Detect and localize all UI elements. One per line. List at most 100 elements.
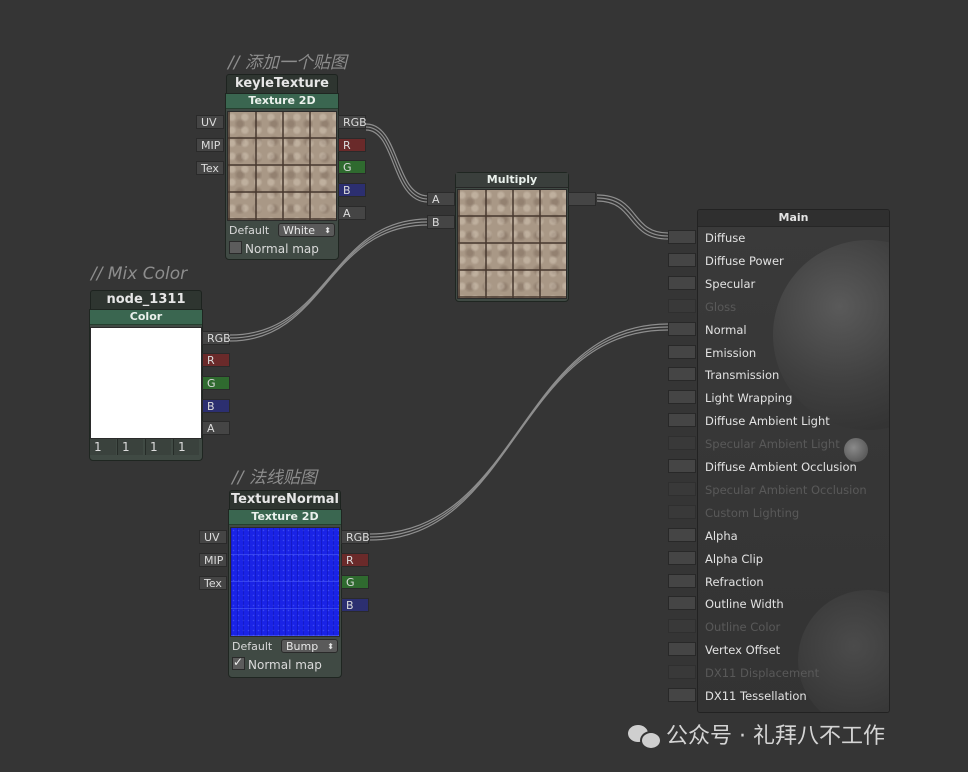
- normal-output-rgb[interactable]: RGB: [341, 530, 370, 544]
- color-value-a[interactable]: 1: [173, 439, 199, 455]
- main-input-label: Emission: [705, 346, 757, 360]
- main-input-label: DX11 Tessellation: [705, 689, 807, 703]
- main-input-socket[interactable]: [668, 345, 696, 359]
- texture-output-a[interactable]: A: [338, 206, 366, 220]
- main-input-label: Normal: [705, 323, 747, 337]
- main-input-socket[interactable]: [668, 390, 696, 404]
- default-label: Default: [229, 224, 270, 237]
- main-input-socket[interactable]: [668, 574, 696, 588]
- normal-node-body[interactable]: Texture 2D Default Bump ⬍ ✓ Normal map: [228, 509, 342, 678]
- main-input-label: Custom Lighting: [705, 506, 800, 520]
- main-input-socket[interactable]: [668, 367, 696, 381]
- normal-input-uv[interactable]: UV: [199, 530, 227, 544]
- node-editor-canvas[interactable]: // 添加一个贴图 // Mix Color // 法线贴图 keyleText…: [0, 0, 968, 772]
- multiply-input-b[interactable]: B: [427, 215, 455, 229]
- normal-input-mip[interactable]: MIP: [199, 553, 227, 567]
- color-output-a[interactable]: A: [202, 421, 230, 435]
- color-node-body[interactable]: Color 1 1 1 1: [89, 309, 203, 461]
- color-swatch[interactable]: [90, 327, 202, 439]
- main-input-socket: [668, 482, 696, 496]
- main-input-socket[interactable]: [668, 551, 696, 565]
- main-input-socket[interactable]: [668, 253, 696, 267]
- normal-map-toggle-checked[interactable]: ✓ Normal map: [232, 655, 322, 672]
- main-input-socket[interactable]: [668, 459, 696, 473]
- normal-map-label: Normal map: [245, 242, 319, 256]
- main-input-socket: [668, 665, 696, 679]
- main-input-label: Gloss: [705, 300, 737, 314]
- texture-input-mip[interactable]: MIP: [196, 138, 224, 152]
- normal-output-g[interactable]: G: [341, 575, 369, 589]
- normal-default-select[interactable]: Bump ⬍: [281, 639, 338, 653]
- texture-output-g[interactable]: G: [338, 160, 366, 174]
- main-input-label: Alpha: [705, 529, 738, 543]
- normal-output-r[interactable]: R: [341, 553, 369, 567]
- main-input-socket: [668, 619, 696, 633]
- main-input-socket: [668, 299, 696, 313]
- main-input-label: Transmission: [705, 368, 780, 382]
- normal-default-label: Default: [232, 640, 273, 653]
- multiply-input-a[interactable]: A: [427, 192, 455, 206]
- normal-input-tex[interactable]: Tex: [199, 576, 227, 590]
- main-input-socket: [668, 505, 696, 519]
- main-node-title: Main: [698, 210, 889, 227]
- normal-map-label: Normal map: [248, 658, 322, 672]
- normal-node-title[interactable]: TextureNormal: [229, 490, 341, 510]
- texture-output-rgb[interactable]: RGB: [338, 115, 367, 129]
- color-output-b[interactable]: B: [202, 399, 230, 413]
- multiply-preview: [457, 189, 567, 299]
- wechat-icon: [628, 723, 662, 750]
- texture-node-body[interactable]: Texture 2D Default White ⬍ Normal map: [225, 93, 339, 260]
- main-input-label: Outline Width: [705, 597, 784, 611]
- texture-input-uv[interactable]: UV: [196, 115, 224, 129]
- default-select[interactable]: White ⬍: [278, 223, 335, 237]
- main-input-socket[interactable]: [668, 528, 696, 542]
- main-input-label: Diffuse Ambient Light: [705, 414, 830, 428]
- decorative-sphere: [798, 590, 889, 712]
- comment-add-texture: // 添加一个贴图: [228, 53, 347, 73]
- texture-node-header: Texture 2D: [226, 94, 338, 109]
- main-input-socket[interactable]: [668, 276, 696, 290]
- texture-input-tex[interactable]: Tex: [196, 161, 224, 175]
- updown-arrow-icon: ⬍: [327, 642, 334, 651]
- texture-output-r[interactable]: R: [338, 138, 366, 152]
- main-input-socket[interactable]: [668, 413, 696, 427]
- main-input-label: Specular: [705, 277, 756, 291]
- normal-map-toggle[interactable]: Normal map: [229, 241, 319, 256]
- main-input-socket[interactable]: [668, 322, 696, 336]
- normal-node-header: Texture 2D: [229, 510, 341, 525]
- checkbox-checked-icon[interactable]: ✓: [232, 655, 245, 670]
- normal-preview: [230, 527, 340, 637]
- main-input-socket[interactable]: [668, 596, 696, 610]
- color-value-g[interactable]: 1: [117, 439, 143, 455]
- color-output-r[interactable]: R: [202, 353, 230, 367]
- main-input-label: Light Wrapping: [705, 391, 793, 405]
- main-input-socket[interactable]: [668, 642, 696, 656]
- multiply-node-body[interactable]: Multiply: [455, 172, 569, 302]
- main-input-label: Vertex Offset: [705, 643, 781, 657]
- main-input-label: DX11 Displacement: [705, 666, 820, 680]
- multiply-output[interactable]: [568, 192, 596, 206]
- main-input-label: Alpha Clip: [705, 552, 764, 566]
- color-output-rgb[interactable]: RGB: [202, 331, 231, 345]
- texture-node-title[interactable]: keyleTexture: [226, 74, 338, 94]
- watermark: 公众号 · 礼拜八不工作: [628, 718, 885, 750]
- main-input-label: Outline Color: [705, 620, 781, 634]
- main-input-socket[interactable]: [668, 688, 696, 702]
- default-select-value: White: [283, 224, 315, 237]
- main-input-label: Specular Ambient Light: [705, 437, 840, 451]
- normal-output-b[interactable]: B: [341, 598, 369, 612]
- checkbox-icon[interactable]: [229, 241, 242, 254]
- multiply-node-header: Multiply: [456, 173, 568, 188]
- texture-output-b[interactable]: B: [338, 183, 366, 197]
- main-input-label: Diffuse Power: [705, 254, 784, 268]
- color-node-title[interactable]: node_1311: [90, 290, 202, 310]
- comment-normal-map: // 法线贴图: [232, 468, 317, 488]
- main-input-socket[interactable]: [668, 230, 696, 244]
- color-value-r[interactable]: 1: [90, 439, 116, 455]
- color-value-b[interactable]: 1: [145, 439, 171, 455]
- watermark-text: 公众号 · 礼拜八不工作: [666, 724, 885, 749]
- main-node[interactable]: Main Diffuse Diffuse Power Specular Gloss No…: [697, 209, 890, 713]
- main-input-label: Refraction: [705, 575, 764, 589]
- main-input-label: Diffuse Ambient Occlusion: [705, 460, 857, 474]
- color-output-g[interactable]: G: [202, 376, 230, 390]
